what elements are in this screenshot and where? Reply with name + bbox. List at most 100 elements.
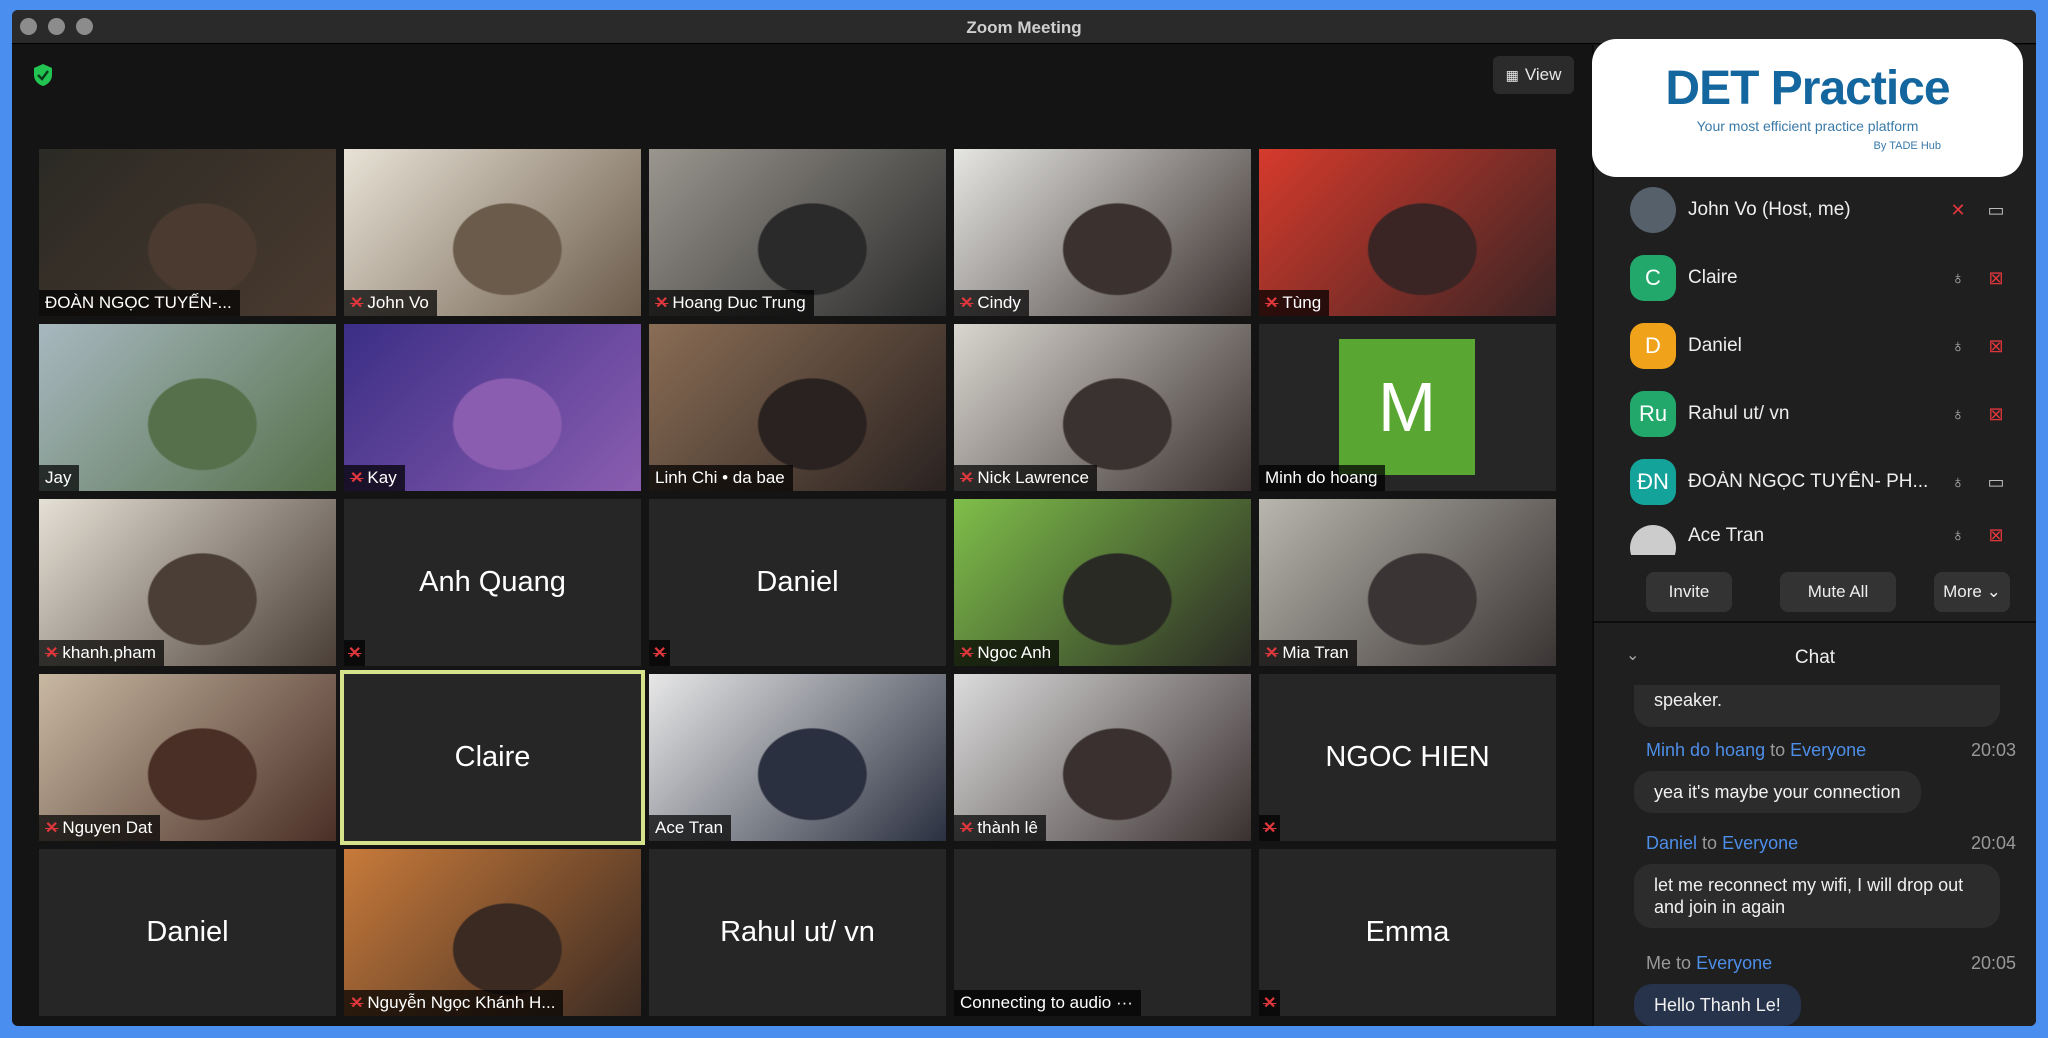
mic-muted-icon[interactable]: ✕ bbox=[1944, 200, 1972, 221]
mic-icon[interactable]: ♁ bbox=[1944, 336, 1972, 357]
mic-muted-icon: ✕ bbox=[1265, 295, 1279, 312]
video-tile[interactable]: ✕ John Vo bbox=[344, 149, 641, 316]
logo-by: By TADE Hub bbox=[1873, 140, 1941, 152]
video-tile[interactable]: ✕ Kay bbox=[344, 324, 641, 491]
camera-off-icon[interactable]: ⊠ bbox=[1982, 404, 2010, 425]
participant-row[interactable]: Ru Rahul ut/ vn ♁ ⊠ bbox=[1630, 389, 2010, 439]
to-word: to bbox=[1676, 953, 1692, 973]
participant-row[interactable]: D Daniel ♁ ⊠ bbox=[1630, 321, 2010, 371]
video-tile[interactable]: Ace Tran bbox=[649, 674, 946, 841]
shield-check-icon[interactable] bbox=[26, 58, 60, 92]
participant-name-label: ✕ Nguyễn Ngọc Khánh H... bbox=[344, 990, 564, 1016]
view-button[interactable]: ▦ View bbox=[1493, 56, 1574, 94]
participant-row[interactable]: Ace Tran ♁ ⊠ bbox=[1630, 525, 2010, 555]
video-tile[interactable]: Daniel bbox=[39, 849, 336, 1016]
mic-icon[interactable]: ♁ bbox=[1944, 404, 1972, 425]
recipient-name[interactable]: Everyone bbox=[1790, 740, 1866, 760]
participant-name-label: ✕ bbox=[344, 640, 366, 666]
participant-name: Linh Chi • da bae bbox=[655, 468, 785, 487]
participant-name-label: ✕ Mia Tran bbox=[1259, 640, 1357, 666]
camera-off-icon[interactable]: ⊠ bbox=[1982, 336, 2010, 357]
sender-name: Me bbox=[1646, 953, 1672, 973]
participant-name: Ngoc Anh bbox=[977, 643, 1052, 662]
participant-name: John Vo (Host, me) bbox=[1688, 199, 1851, 220]
participant-name-label: ✕ Kay bbox=[344, 465, 405, 491]
video-tile[interactable]: ✕ Mia Tran bbox=[1259, 499, 1556, 666]
to-word: to bbox=[1702, 833, 1718, 853]
mic-icon[interactable]: ♁ bbox=[1944, 525, 1972, 546]
participant-name: Jay bbox=[45, 468, 72, 487]
camera-off-icon[interactable]: ⊠ bbox=[1982, 525, 2010, 546]
participant-name: Connecting to audio ··· bbox=[960, 993, 1133, 1012]
participant-name-label: ĐOÀN NGỌC TUYẾN-... bbox=[39, 290, 240, 316]
video-tile[interactable]: Anh Quang ✕ bbox=[344, 499, 641, 666]
logo-tagline: Your most efficient practice platform bbox=[1696, 118, 1919, 134]
video-tile[interactable]: ✕ khanh.pham bbox=[39, 499, 336, 666]
divider bbox=[1594, 621, 2036, 623]
participant-name: Claire bbox=[1688, 267, 1738, 288]
participant-name: Cindy bbox=[977, 293, 1021, 312]
video-tile[interactable]: Emma ✕ bbox=[1259, 849, 1556, 1016]
chat-message-bubble: let me reconnect my wifi, I will drop ou… bbox=[1634, 864, 2000, 928]
participant-name-label: ✕ Tùng bbox=[1259, 290, 1330, 316]
chat-message-header: Me to Everyone 20:05 bbox=[1646, 953, 2016, 974]
participant-name-large: Emma bbox=[1365, 916, 1450, 948]
camera-icon[interactable]: ▭ bbox=[1982, 200, 2010, 221]
participant-avatar: D bbox=[1630, 323, 1676, 369]
mic-icon[interactable]: ♁ bbox=[1944, 472, 1972, 493]
camera-off-icon[interactable]: ⊠ bbox=[1982, 268, 2010, 289]
participant-name-label: ✕ Nguyen Dat bbox=[39, 815, 161, 841]
participant-name: Rahul ut/ vn bbox=[1688, 403, 1790, 424]
video-tile[interactable]: ĐOÀN NGỌC TUYẾN-... bbox=[39, 149, 336, 316]
participant-name-large: Claire bbox=[454, 741, 531, 773]
video-tile[interactable]: NGOC HIEN ✕ bbox=[1259, 674, 1556, 841]
video-tile[interactable]: ✕ thành lê bbox=[954, 674, 1251, 841]
participant-name-large: Daniel bbox=[146, 916, 229, 948]
more-button[interactable]: More ⌄ bbox=[1934, 572, 2010, 612]
participant-name-label: ✕ Ngoc Anh bbox=[954, 640, 1060, 666]
recipient-name[interactable]: Everyone bbox=[1696, 953, 1772, 973]
participant-name: Nguyễn Ngọc Khánh H... bbox=[367, 993, 556, 1012]
participant-name: khanh.pham bbox=[62, 643, 156, 662]
participant-name-label: Jay bbox=[39, 465, 80, 491]
video-tile[interactable]: ✕ Hoang Duc Trung bbox=[649, 149, 946, 316]
participant-name-label: ✕ bbox=[1259, 990, 1281, 1016]
video-tile[interactable]: ✕ Nguyen Dat bbox=[39, 674, 336, 841]
video-tile[interactable]: ✕ Nguyễn Ngọc Khánh H... bbox=[344, 849, 641, 1016]
chat-message-bubble: yea it's maybe your connection bbox=[1634, 771, 1921, 813]
participant-name: Mia Tran bbox=[1282, 643, 1349, 662]
participant-name: ĐOÀN NGỌC TUYẾN-... bbox=[45, 293, 232, 312]
camera-icon[interactable]: ▭ bbox=[1982, 472, 2010, 493]
participant-name-label: ✕ Nick Lawrence bbox=[954, 465, 1097, 491]
mute-all-button[interactable]: Mute All bbox=[1780, 572, 1896, 612]
participant-row[interactable]: C Claire ♁ ⊠ bbox=[1630, 253, 2010, 303]
participant-name-large: Rahul ut/ vn bbox=[720, 916, 875, 948]
participant-row[interactable]: ĐN ĐOÀN NGỌC TUYẾN- PH... ♁ ▭ bbox=[1630, 457, 2010, 507]
participant-avatar: ĐN bbox=[1630, 459, 1676, 505]
video-tile[interactable]: ✕ Tùng bbox=[1259, 149, 1556, 316]
participant-name-label: ✕ Cindy bbox=[954, 290, 1029, 316]
recipient-name[interactable]: Everyone bbox=[1722, 833, 1798, 853]
video-tile[interactable]: ✕ Cindy bbox=[954, 149, 1251, 316]
mic-muted-icon: ✕ bbox=[653, 645, 667, 662]
invite-button[interactable]: Invite bbox=[1646, 572, 1732, 612]
video-tile[interactable]: M Minh do hoang bbox=[1259, 324, 1556, 491]
participant-name: Kay bbox=[367, 468, 397, 487]
video-tile[interactable]: ✕ Ngoc Anh bbox=[954, 499, 1251, 666]
participant-row[interactable]: John Vo (Host, me) ✕ ▭ bbox=[1630, 185, 2010, 235]
video-tile[interactable]: Daniel ✕ bbox=[649, 499, 946, 666]
video-tile[interactable]: ✕ Nick Lawrence bbox=[954, 324, 1251, 491]
video-tile[interactable]: Linh Chi • da bae bbox=[649, 324, 946, 491]
video-tile[interactable]: Rahul ut/ vn bbox=[649, 849, 946, 1016]
sender-name[interactable]: Minh do hoang bbox=[1646, 740, 1765, 760]
video-tile[interactable]: Connecting to audio ··· bbox=[954, 849, 1251, 1016]
mic-icon[interactable]: ♁ bbox=[1944, 268, 1972, 289]
chat-title: Chat bbox=[1794, 647, 1836, 668]
participant-name-label: Minh do hoang bbox=[1259, 465, 1386, 491]
side-panel: John Vo (Host, me) ✕ ▭ C Claire ♁ ⊠ D Daniel ♁ ⊠ Ru… bbox=[1594, 45, 2036, 1026]
mic-muted-icon: ✕ bbox=[350, 995, 364, 1012]
view-label: View bbox=[1524, 65, 1562, 84]
video-tile[interactable]: Jay bbox=[39, 324, 336, 491]
video-tile[interactable]: Claire bbox=[340, 670, 645, 845]
sender-name[interactable]: Daniel bbox=[1646, 833, 1697, 853]
